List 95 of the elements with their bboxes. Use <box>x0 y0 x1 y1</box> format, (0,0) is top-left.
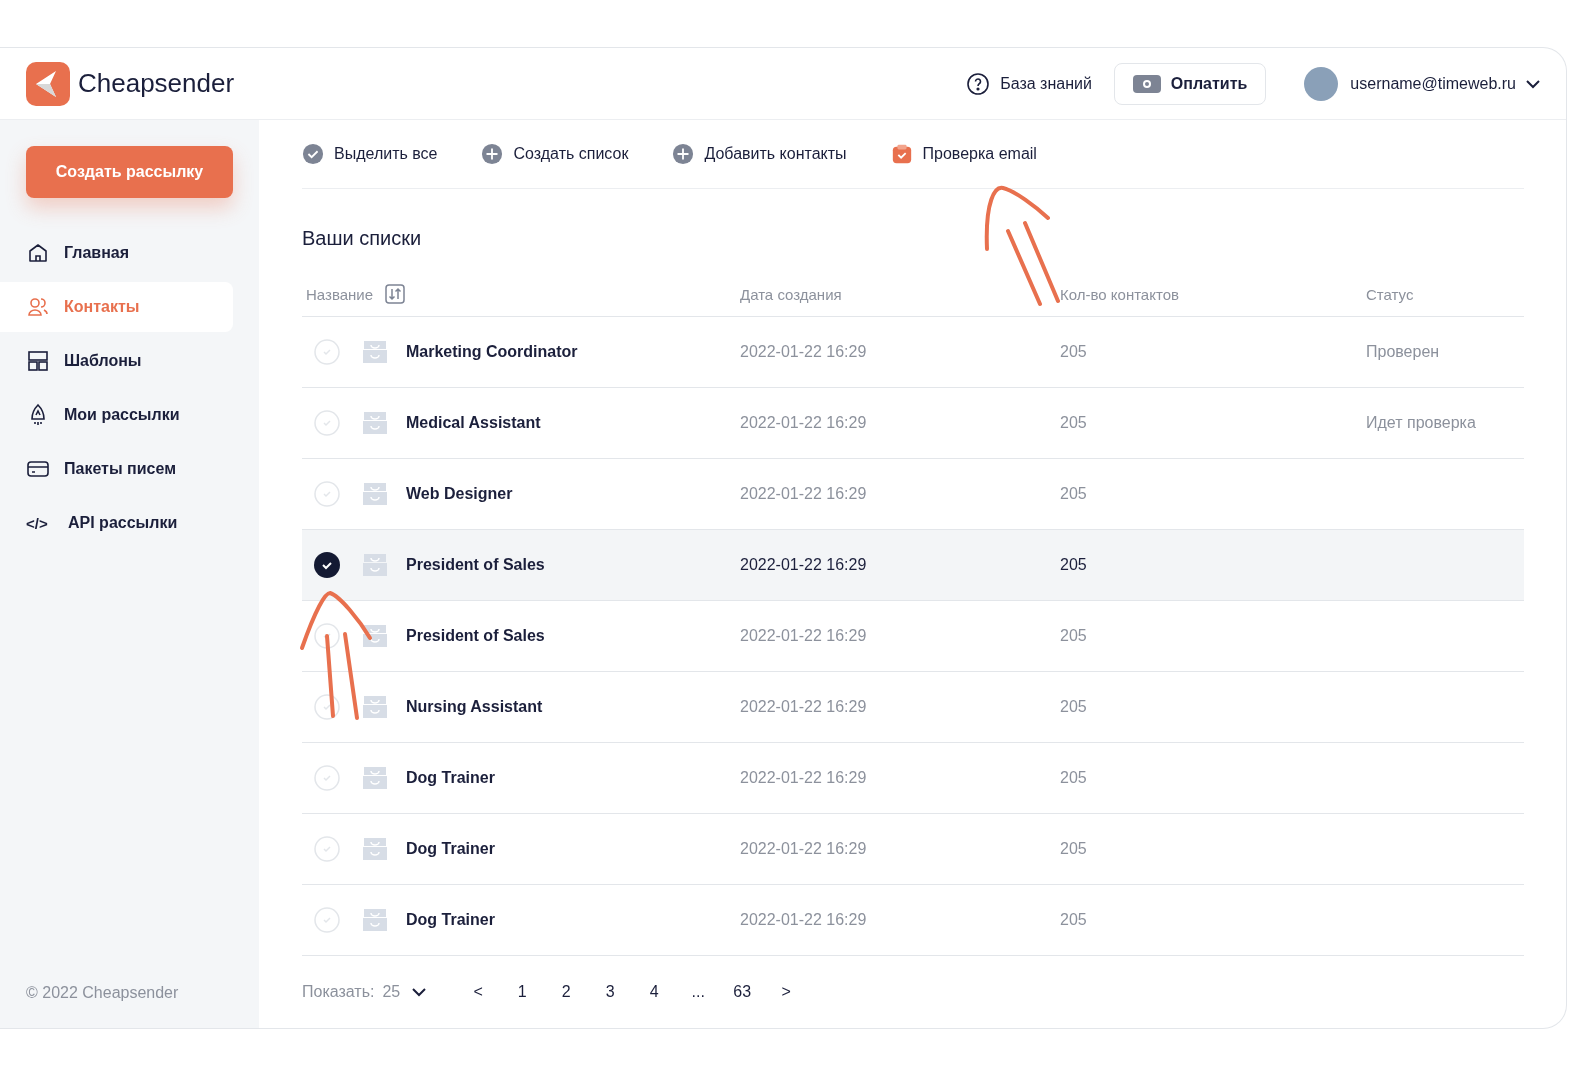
sidebar-item[interactable]: </> API рассылки <box>0 498 233 548</box>
table-row[interactable]: President of Sales 2022-01-22 16:29 205 <box>302 601 1524 672</box>
pay-button[interactable]: Оплатить <box>1113 62 1267 105</box>
count-cell: 205 <box>1060 485 1087 503</box>
list-name: Nursing Assistant <box>406 698 543 716</box>
next-page-button[interactable]: > <box>774 983 799 1001</box>
checkbox[interactable] <box>314 836 340 862</box>
date-cell: 2022-01-22 16:29 <box>740 556 867 574</box>
date-cell: 2022-01-22 16:29 <box>740 485 867 503</box>
plus-circle-icon <box>672 143 695 165</box>
chevron-down-icon[interactable] <box>412 987 427 997</box>
table-row[interactable]: Dog Trainer 2022-01-22 16:29 205 <box>302 743 1524 814</box>
checkbox[interactable] <box>314 907 340 933</box>
count-cell: 205 <box>1060 414 1087 432</box>
table-row[interactable]: Marketing Coordinator 2022-01-22 16:29 205 Проверен <box>302 317 1524 388</box>
count-cell: 205 <box>1060 627 1087 645</box>
money-icon <box>1132 74 1161 93</box>
date-cell: 2022-01-22 16:29 <box>740 698 867 716</box>
sidebar-item[interactable]: Мои рассылки <box>0 390 233 440</box>
table-row[interactable]: Nursing Assistant 2022-01-22 16:29 205 <box>302 672 1524 743</box>
list-name: President of Sales <box>406 627 545 645</box>
sidebar-label: Контакты <box>64 298 140 316</box>
page-button[interactable]: 2 <box>554 983 579 1001</box>
table-row[interactable]: Dog Trainer 2022-01-22 16:29 205 <box>302 885 1524 956</box>
date-cell: 2022-01-22 16:29 <box>740 769 867 787</box>
help-icon <box>966 71 991 96</box>
sidebar-label: Пакеты писем <box>64 460 176 478</box>
checkbox[interactable] <box>314 765 340 791</box>
date-cell: 2022-01-22 16:29 <box>740 840 867 858</box>
list-name: Dog Trainer <box>406 840 495 858</box>
count-cell: 205 <box>1060 840 1087 858</box>
list-name: Web Designer <box>406 485 513 503</box>
code-icon: </> <box>26 511 54 535</box>
count-cell: 205 <box>1060 911 1087 929</box>
toolbar-button[interactable]: Создать список <box>481 143 629 165</box>
list-name: Dog Trainer <box>406 769 495 787</box>
date-cell: 2022-01-22 16:29 <box>740 343 867 361</box>
avatar[interactable] <box>1304 66 1339 101</box>
prev-page-button[interactable]: < <box>466 983 491 1001</box>
sidebar-label: Главная <box>64 244 130 262</box>
sidebar-item[interactable]: Пакеты писем <box>0 444 233 494</box>
list-name: President of Sales <box>406 556 545 574</box>
count-cell: 205 <box>1060 556 1087 574</box>
checkbox[interactable] <box>314 339 340 365</box>
logo-icon <box>26 61 70 106</box>
column-header: Кол-во контактов <box>1060 285 1179 303</box>
toolbar-button[interactable]: Добавить контакты <box>672 143 847 165</box>
sidebar-label: Шаблоны <box>64 352 142 370</box>
date-cell: 2022-01-22 16:29 <box>740 911 867 929</box>
column-header: Название <box>306 285 374 303</box>
toolbar-button[interactable]: Проверка email <box>890 143 1037 165</box>
checkbox[interactable] <box>314 410 340 436</box>
brand-name: Cheapsender <box>78 68 235 99</box>
page-button[interactable]: 4 <box>642 983 667 1001</box>
user-menu[interactable]: username@timeweb.ru <box>1350 74 1540 93</box>
status-cell: Проверен <box>1366 343 1440 361</box>
copyright: © 2022 Cheapsender <box>26 984 180 1002</box>
count-cell: 205 <box>1060 698 1087 716</box>
table-row[interactable]: President of Sales 2022-01-22 16:29 205 <box>302 530 1524 601</box>
page-button[interactable]: ... <box>686 983 711 1001</box>
date-cell: 2022-01-22 16:29 <box>740 414 867 432</box>
check-circle-icon <box>302 143 324 165</box>
column-header: Дата создания <box>740 285 842 303</box>
page-button[interactable]: 3 <box>598 983 623 1001</box>
table-row[interactable]: Medical Assistant 2022-01-22 16:29 205 Идет проверка <box>302 388 1524 459</box>
checkbox[interactable] <box>314 552 340 578</box>
section-title: Ваши списки <box>302 227 423 250</box>
table-row[interactable]: Dog Trainer 2022-01-22 16:29 205 <box>302 814 1524 885</box>
column-header: Статус <box>1366 285 1414 303</box>
status-cell: Идет проверка <box>1366 414 1476 432</box>
page-button[interactable]: 1 <box>510 983 535 1001</box>
list-name: Marketing Coordinator <box>406 343 578 361</box>
sidebar-label: Мои рассылки <box>64 406 180 424</box>
page-button[interactable]: 63 <box>730 983 755 1001</box>
layout-icon <box>26 349 50 373</box>
toolbar-button[interactable]: Выделить все <box>302 143 438 165</box>
list-name: Dog Trainer <box>406 911 495 929</box>
help-link[interactable]: База знаний <box>966 71 1092 96</box>
show-label: Показать: <box>302 983 375 1001</box>
sort-icon[interactable] <box>385 284 406 304</box>
clipboard-check-icon <box>890 143 913 165</box>
users-icon <box>26 295 50 319</box>
plus-circle-icon <box>481 143 504 165</box>
checkbox[interactable] <box>314 481 340 507</box>
checkbox[interactable] <box>314 694 340 720</box>
count-cell: 205 <box>1060 343 1087 361</box>
count-cell: 205 <box>1060 769 1087 787</box>
sidebar-label: API рассылки <box>68 514 178 532</box>
sidebar-item[interactable]: Главная <box>0 228 233 278</box>
home-icon <box>26 241 50 265</box>
list-name: Medical Assistant <box>406 414 541 432</box>
sidebar-item[interactable]: Шаблоны <box>0 336 233 386</box>
chevron-down-icon <box>1526 78 1540 89</box>
checkbox[interactable] <box>314 623 340 649</box>
date-cell: 2022-01-22 16:29 <box>740 627 867 645</box>
